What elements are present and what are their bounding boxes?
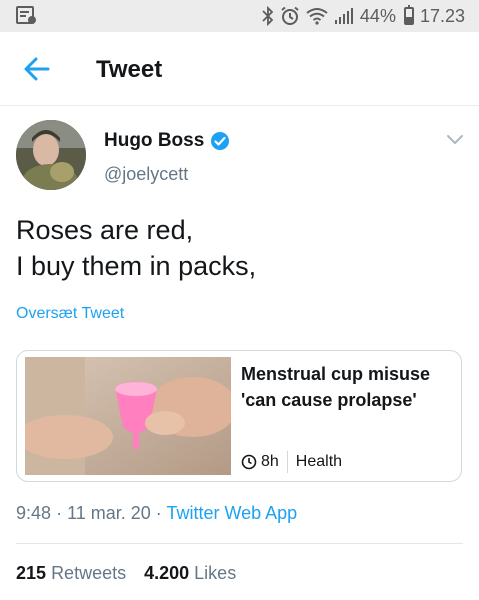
clock-icon (241, 454, 257, 470)
likes-count: 4.200 (144, 563, 190, 583)
status-bar: 44% 17.23 (0, 0, 479, 32)
card-meta: 8h Health (241, 451, 342, 473)
tweet-text-line: I buy them in packs, (16, 251, 257, 281)
battery-percent: 44% (359, 5, 396, 26)
avatar[interactable] (16, 120, 86, 190)
likes-label: Likes (194, 563, 237, 583)
battery-icon (403, 5, 414, 25)
translate-tweet-link[interactable]: Oversæt Tweet (16, 305, 124, 323)
retweets-count: 215 (16, 563, 47, 583)
chevron-down-icon[interactable] (446, 134, 464, 146)
meta-separator: · (155, 503, 167, 523)
back-arrow-icon[interactable] (22, 54, 52, 84)
card-age: 8h (261, 453, 279, 470)
retweets-label: Retweets (51, 563, 127, 583)
card-title: Menstrual cup misuse 'can cause prolapse… (241, 364, 431, 410)
tweet-stats: 215 Retweets 4.200 Likes (16, 563, 236, 584)
card-meta-divider (286, 451, 288, 473)
bluetooth-icon (262, 6, 274, 26)
meta-separator: · (56, 503, 68, 523)
tweet-time: 9:48 (16, 503, 52, 523)
verified-badge-icon (211, 132, 230, 150)
retweets-stat[interactable]: 215 Retweets (16, 563, 126, 584)
author-handle[interactable]: @joelycett (104, 164, 188, 185)
card-section: Health (295, 453, 343, 470)
divider (16, 543, 463, 544)
author-name[interactable]: Hugo Boss (104, 130, 204, 152)
link-card[interactable]: Menstrual cup misuse 'can cause prolapse… (16, 350, 462, 482)
page-title: Tweet (96, 56, 163, 83)
tweet-timestamp: 9:48 · 11 mar. 20 · Twitter Web App (16, 503, 297, 524)
signal-icon (334, 8, 353, 24)
tweet-text-line: Roses are red, (16, 215, 194, 245)
tweet-text: Roses are red, I buy them in packs, (16, 212, 466, 284)
notification-icon (16, 6, 36, 24)
author-name-row[interactable]: Hugo Boss (104, 130, 230, 152)
wifi-icon (306, 8, 328, 25)
tweet-source-link[interactable]: Twitter Web App (166, 503, 297, 523)
app-header: Tweet (0, 32, 479, 106)
card-thumbnail (25, 357, 231, 475)
avatar-photo (16, 120, 86, 190)
tweet-date: 11 mar. 20 (67, 503, 151, 523)
likes-stat[interactable]: 4.200 Likes (144, 563, 236, 584)
alarm-icon (281, 6, 299, 25)
clock-time: 17.23 (419, 5, 465, 26)
